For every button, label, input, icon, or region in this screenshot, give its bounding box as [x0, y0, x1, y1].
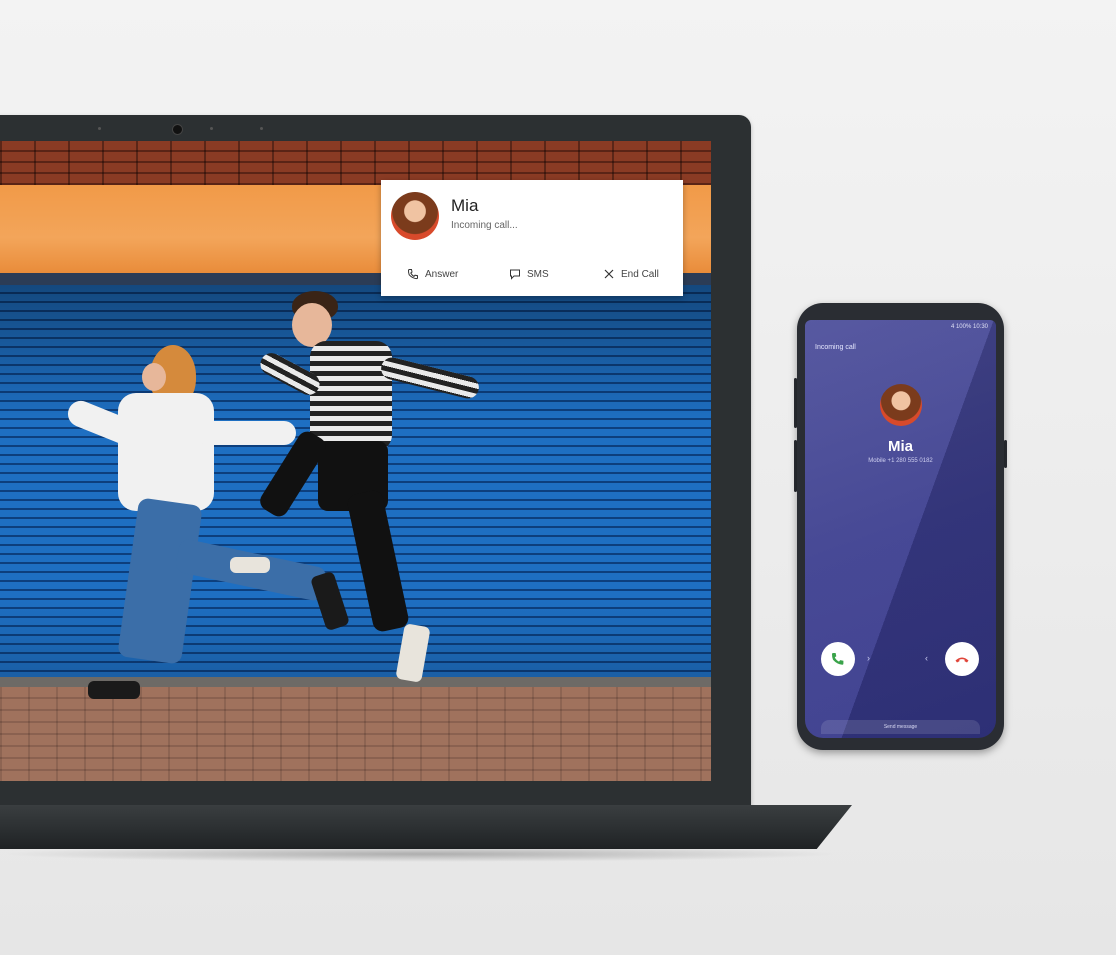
caller-name: Mia — [451, 196, 479, 215]
chevron-left-icon: ‹ — [925, 653, 928, 663]
phone-icon — [407, 269, 418, 280]
smartphone: 4 100% 10:30 Incoming call Mia Mobile +1… — [797, 303, 1004, 750]
phone-accept-icon — [831, 653, 844, 665]
message-icon — [510, 269, 520, 280]
close-icon — [604, 269, 614, 279]
avatar — [880, 384, 922, 426]
end-call-button[interactable]: End Call — [603, 268, 659, 280]
call-status-text: Incoming call... — [451, 220, 518, 231]
sms-button[interactable]: SMS — [509, 268, 549, 280]
end-call-label: End Call — [621, 268, 659, 280]
phone-caller-number: Mobile +1 280 555 0182 — [868, 458, 933, 464]
decline-call-button[interactable] — [945, 642, 979, 676]
laptop-bezel — [0, 115, 751, 141]
send-message-bar[interactable]: Send message — [821, 720, 980, 734]
avatar — [391, 192, 439, 240]
sensor-dot — [260, 127, 263, 130]
notification-actions: Answer SMS End Call — [381, 268, 683, 288]
phone-power-button — [1004, 440, 1007, 468]
webcam-icon — [172, 124, 183, 135]
chevron-right-icon: › — [867, 653, 870, 663]
incoming-call-notification[interactable]: Mia Incoming call... Answer SMS End Call — [381, 180, 683, 296]
answer-button[interactable]: Answer — [407, 268, 458, 280]
phone-call-title: Incoming call — [815, 344, 856, 351]
phone-hangup-icon — [955, 657, 969, 663]
phone-screen: 4 100% 10:30 Incoming call Mia Mobile +1… — [805, 320, 996, 738]
sms-label: SMS — [527, 268, 549, 280]
sensor-dot — [98, 127, 101, 130]
laptop-base — [0, 805, 852, 849]
sensor-dot — [210, 127, 213, 130]
answer-label: Answer — [425, 268, 459, 280]
accept-call-button[interactable] — [821, 642, 855, 676]
status-bar: 4 100% 10:30 — [950, 324, 988, 330]
laptop-shadow — [0, 846, 840, 862]
scene: Mia Incoming call... Answer SMS End Call — [0, 0, 1116, 955]
phone-caller-name: Mia — [887, 438, 913, 455]
